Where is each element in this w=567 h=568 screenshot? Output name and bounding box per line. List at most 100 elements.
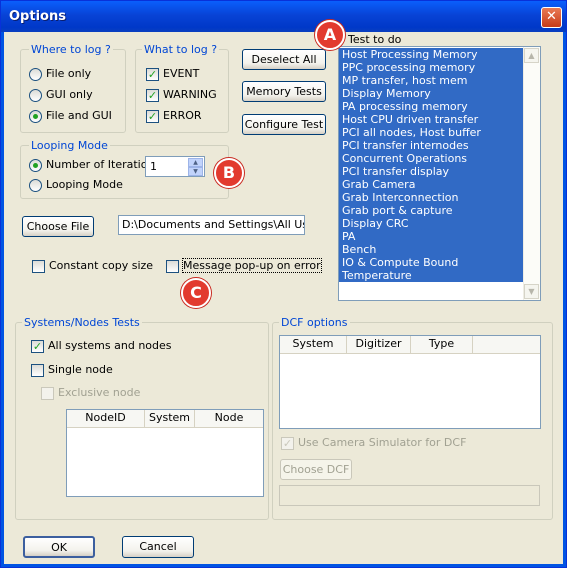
list-item[interactable]: Display CRC (339, 217, 523, 230)
list-item[interactable]: PCI transfer display (339, 165, 523, 178)
iteration-count-spinner[interactable]: 1 ▲ ▼ (145, 156, 205, 177)
close-button[interactable]: ✕ (541, 7, 562, 28)
use-camera-simulator-checkbox[interactable]: ✓ Use Camera Simulator for DCF (281, 436, 466, 452)
checkbox-indicator (166, 259, 179, 273)
col-header-node[interactable]: Node (195, 410, 263, 427)
radio-gui-only[interactable]: GUI only (29, 88, 93, 104)
checkbox-label: Constant copy size (49, 259, 154, 272)
checkbox-indicator (32, 259, 45, 273)
radio-label: GUI only (46, 88, 93, 101)
dcf-options-legend: DCF options (279, 316, 350, 329)
list-scrollbar[interactable]: ▲ ▼ (523, 47, 540, 300)
radio-label: Looping Mode (46, 178, 123, 191)
systems-nodes-legend: Systems/Nodes Tests (22, 316, 142, 329)
list-item[interactable]: Display Memory (339, 87, 523, 100)
radio-indicator (29, 178, 42, 192)
choose-dcf-button[interactable]: Choose DCF (280, 459, 352, 480)
nodes-table-header: NodeID System Node (67, 410, 263, 428)
looping-mode-legend: Looping Mode (29, 139, 110, 152)
list-item[interactable]: Host CPU driven transfer (339, 113, 523, 126)
all-systems-checkbox[interactable]: ✓ All systems and nodes (31, 339, 172, 355)
list-item[interactable]: Bench (339, 243, 523, 256)
radio-looping-mode[interactable]: Looping Mode (29, 178, 123, 194)
marker-b: B (214, 158, 244, 188)
scroll-down-icon[interactable]: ▼ (524, 284, 539, 299)
checkbox-label: WARNING (163, 88, 217, 101)
dialog-body: Where to log ? File only GUI only File a… (4, 20, 563, 564)
single-node-checkbox[interactable]: Single node (31, 363, 113, 379)
what-to-log-legend: What to log ? (142, 43, 220, 56)
choose-file-button[interactable]: Choose File (22, 216, 94, 237)
check-icon: ✓ (146, 109, 159, 123)
checkbox-warning[interactable]: ✓ WARNING (146, 88, 217, 104)
col-header-system[interactable]: System (280, 336, 347, 353)
checkbox-indicator (31, 363, 44, 377)
radio-indicator (29, 88, 42, 102)
radio-indicator (29, 67, 42, 81)
spin-down-icon[interactable]: ▼ (188, 167, 203, 176)
cancel-button[interactable]: Cancel (122, 536, 194, 558)
radio-label: File and GUI (46, 109, 112, 122)
checkbox-indicator (41, 386, 54, 400)
checkbox-label: All systems and nodes (48, 339, 172, 352)
test-to-do-label: Test to do (348, 33, 402, 46)
check-icon: ✓ (31, 339, 44, 353)
radio-label: Number of Iteration (46, 158, 155, 171)
radio-file-only[interactable]: File only (29, 67, 91, 83)
file-path-field[interactable]: D:\Documents and Settings\All Users (118, 215, 305, 235)
marker-c: C (181, 278, 211, 308)
radio-indicator-selected (29, 158, 42, 172)
list-item[interactable]: PA (339, 230, 523, 243)
dcf-table[interactable]: System Digitizer Type (279, 335, 541, 429)
check-icon: ✓ (146, 88, 159, 102)
list-item[interactable]: PPC processing memory (339, 61, 523, 74)
scroll-up-icon[interactable]: ▲ (524, 48, 539, 63)
list-item[interactable]: Grab Interconnection (339, 191, 523, 204)
checkbox-error[interactable]: ✓ ERROR (146, 109, 202, 125)
checkbox-label: Message pop-up on error (182, 258, 322, 273)
deselect-all-button[interactable]: Deselect All (242, 49, 326, 70)
checkbox-label: ERROR (163, 109, 202, 122)
memory-tests-button[interactable]: Memory Tests (242, 81, 326, 102)
list-item[interactable]: IO & Compute Bound (339, 256, 523, 269)
test-items-container: Host Processing Memory PPC processing mem… (339, 48, 523, 282)
dcf-path-field[interactable] (279, 485, 540, 506)
radio-file-and-gui[interactable]: File and GUI (29, 109, 112, 125)
title-bar[interactable]: Options ✕ (1, 1, 566, 32)
close-icon: ✕ (546, 9, 557, 24)
constant-copy-size-checkbox[interactable]: Constant copy size (32, 259, 153, 275)
where-to-log-legend: Where to log ? (29, 43, 113, 56)
message-popup-checkbox[interactable]: Message pop-up on error (166, 258, 322, 275)
what-to-log-group: What to log ? ✓ EVENT ✓ WARNING ✓ ERROR (135, 43, 229, 133)
list-item[interactable]: Temperature (339, 269, 523, 282)
systems-nodes-group: Systems/Nodes Tests ✓ All systems and nod… (15, 316, 269, 520)
list-item[interactable]: Host Processing Memory (339, 48, 523, 61)
check-icon: ✓ (146, 67, 159, 81)
list-item[interactable]: Concurrent Operations (339, 152, 523, 165)
dcf-options-group: DCF options System Digitizer Type ✓ Use C… (272, 316, 553, 520)
list-item[interactable]: PA processing memory (339, 100, 523, 113)
radio-number-of-iteration[interactable]: Number of Iteration (29, 158, 154, 174)
checkbox-event[interactable]: ✓ EVENT (146, 67, 199, 83)
nodes-table[interactable]: NodeID System Node (66, 409, 264, 497)
col-header-system[interactable]: System (145, 410, 195, 427)
list-item[interactable]: Grab Camera (339, 178, 523, 191)
col-header-digitizer[interactable]: Digitizer (347, 336, 411, 353)
marker-a: A (315, 20, 345, 50)
list-item[interactable]: PCI transfer internodes (339, 139, 523, 152)
dcf-table-header: System Digitizer Type (280, 336, 540, 354)
exclusive-node-checkbox[interactable]: Exclusive node (41, 386, 140, 402)
list-item[interactable]: PCI all nodes, Host buffer (339, 126, 523, 139)
window-title: Options (9, 9, 66, 24)
col-header-nodeid[interactable]: NodeID (67, 410, 145, 427)
options-dialog: Options ✕ Where to log ? File only GUI o… (0, 0, 567, 568)
radio-label: File only (46, 67, 92, 80)
col-header-type[interactable]: Type (411, 336, 473, 353)
list-item[interactable]: Grab port & capture (339, 204, 523, 217)
list-item[interactable]: MP transfer, host mem (339, 74, 523, 87)
test-to-do-list[interactable]: Host Processing Memory PPC processing mem… (338, 46, 541, 301)
configure-test-button[interactable]: Configure Test (242, 114, 326, 135)
where-to-log-group: Where to log ? File only GUI only File a… (20, 43, 126, 133)
spin-up-icon[interactable]: ▲ (188, 158, 203, 167)
ok-button[interactable]: OK (23, 536, 95, 558)
